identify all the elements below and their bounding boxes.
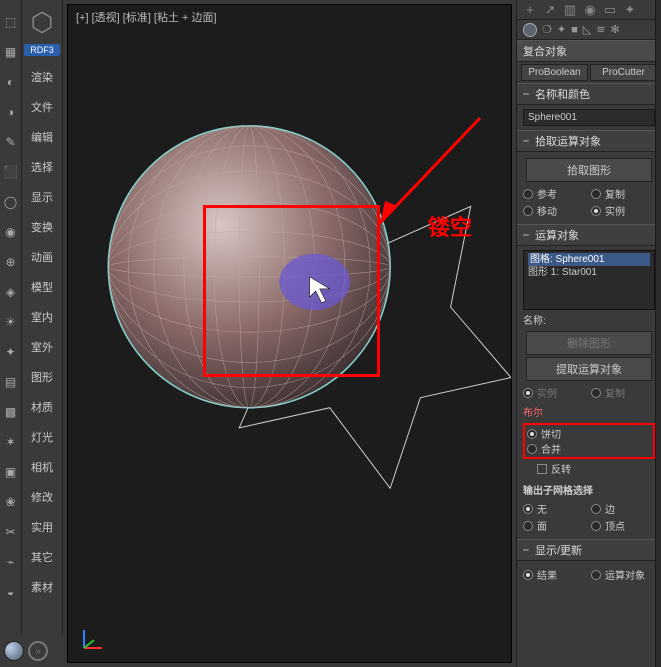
tool-icon[interactable]: ✦ (3, 344, 19, 360)
name-label: 名称: (523, 310, 655, 329)
radio-out-edge[interactable]: 边 (591, 501, 655, 516)
cameras-icon[interactable]: ■ (571, 24, 578, 36)
radio-out-vertex[interactable]: 顶点 (591, 518, 655, 533)
sidebar-item[interactable]: 图形 (22, 362, 62, 392)
tool-icon[interactable]: ▦ (3, 44, 19, 60)
viewport-perspective[interactable]: [+] [透视] [标准] [粘土 + 边面] (67, 4, 512, 663)
command-panel: + ↗ ▥ ◉ ▭ ✦ ❍ ✦ ■ ◺ ≋ ✻ 复合对象 ProBoolean … (516, 0, 661, 667)
shapes-icon[interactable]: ❍ (542, 23, 552, 36)
sidebar-item[interactable]: 选择 (22, 152, 62, 182)
sidebar-item[interactable]: 室外 (22, 332, 62, 362)
tab-modify-icon[interactable]: ↗ (543, 2, 557, 18)
tool-icon[interactable]: ◒ (3, 584, 19, 600)
pick-shape-button[interactable]: 拾取图形 (526, 158, 653, 182)
sidebar-item[interactable]: 修改 (22, 482, 62, 512)
tool-icon[interactable]: ◈ (3, 284, 19, 300)
rollout-name-color[interactable]: 名称和颜色 (517, 83, 661, 105)
rollout-operands[interactable]: 运算对象 (517, 224, 661, 246)
orbit-icon[interactable]: » (28, 641, 48, 661)
annotation-box-2: 饼切 合并 (523, 423, 655, 459)
operand-list[interactable]: 图格: Sphere001 图形 1: Star001 (523, 250, 655, 310)
app-logo-icon: ⬡ (22, 2, 62, 42)
type-button-proboolean[interactable]: ProBoolean (521, 64, 588, 81)
tool-icon[interactable]: ◑ (3, 104, 19, 120)
sidebar-item[interactable]: 灯光 (22, 422, 62, 452)
space-warps-icon[interactable]: ≋ (596, 23, 605, 36)
sidebar-item[interactable]: 材质 (22, 392, 62, 422)
tool-icon[interactable]: ⬚ (3, 14, 19, 30)
category-dropdown[interactable]: 复合对象 (517, 40, 661, 62)
rollout-display-update[interactable]: 显示/更新 (517, 539, 661, 561)
geometry-icon[interactable] (523, 23, 537, 37)
tool-icon[interactable]: ◉ (3, 224, 19, 240)
helpers-icon[interactable]: ◺ (583, 23, 591, 36)
viewcube-icon[interactable] (4, 641, 24, 661)
plugin-tag: RDF3 (24, 44, 60, 56)
category-sidebar: ⬡ RDF3 渲染 文件 编辑 选择 显示 变换 动画 模型 室内 室外 图形 … (22, 0, 63, 667)
tool-icon[interactable]: ▣ (3, 464, 19, 480)
radio-display-result[interactable]: 结果 (523, 567, 587, 582)
tab-create-icon[interactable]: + (523, 2, 537, 17)
radio-out-face[interactable]: 面 (523, 518, 587, 533)
tab-utilities-icon[interactable]: ✦ (623, 2, 637, 18)
lights-icon[interactable]: ✦ (557, 23, 566, 36)
radio-move[interactable]: 移动 (523, 203, 587, 218)
tool-icon[interactable]: ⬛ (3, 164, 19, 180)
panel-tabs: + ↗ ▥ ◉ ▭ ✦ (517, 0, 661, 20)
sidebar-item[interactable]: 渲染 (22, 62, 62, 92)
tool-icon[interactable]: ✶ (3, 434, 19, 450)
radio-merge[interactable]: 合并 (527, 441, 651, 456)
tool-icon[interactable]: ◯ (3, 194, 19, 210)
radio-instance[interactable]: 实例 (591, 203, 655, 218)
radio-cookie-cut[interactable]: 饼切 (527, 426, 651, 441)
radio-display-operands[interactable]: 运算对象 (591, 567, 655, 582)
radio-reference[interactable]: 参考 (523, 186, 587, 201)
tool-icon[interactable]: ⊕ (3, 254, 19, 270)
sidebar-item[interactable]: 实用 (22, 512, 62, 542)
tab-motion-icon[interactable]: ◉ (583, 2, 597, 18)
sidebar-item[interactable]: 素材 (22, 572, 62, 602)
scrollbar[interactable] (655, 0, 661, 667)
tool-icon[interactable]: ▤ (3, 374, 19, 390)
tab-display-icon[interactable]: ▭ (603, 2, 617, 18)
viewport-content (68, 5, 511, 659)
delete-shape-button[interactable]: 删除图形 (526, 331, 653, 355)
sidebar-item[interactable]: 文件 (22, 92, 62, 122)
bool-section-label: 布尔 (523, 402, 655, 421)
sidebar-item[interactable]: 其它 (22, 542, 62, 572)
sidebar-item[interactable]: 编辑 (22, 122, 62, 152)
tool-icon[interactable]: ✂ (3, 524, 19, 540)
sidebar-item[interactable]: 相机 (22, 452, 62, 482)
tool-icon[interactable]: ⌁ (3, 554, 19, 570)
tool-icon[interactable]: ☀ (3, 314, 19, 330)
axis-gizmo-icon (78, 626, 106, 654)
type-button-procutter[interactable]: ProCutter (590, 64, 657, 81)
sidebar-item[interactable]: 变换 (22, 212, 62, 242)
left-icon-strip: ⬚ ▦ ◐ ◑ ✎ ⬛ ◯ ◉ ⊕ ◈ ☀ ✦ ▤ ▩ ✶ ▣ ❀ ✂ ⌁ ◒ (0, 0, 22, 667)
list-item[interactable]: 图形 1: Star001 (528, 266, 650, 279)
radio-extract-copy[interactable]: 复制 (591, 385, 655, 400)
sidebar-item[interactable]: 动画 (22, 242, 62, 272)
radio-out-none[interactable]: 无 (523, 501, 587, 516)
rollout-pick-operand[interactable]: 拾取运算对象 (517, 130, 661, 152)
sidebar-item[interactable]: 室内 (22, 302, 62, 332)
tool-icon[interactable]: ✎ (3, 134, 19, 150)
tool-icon[interactable]: ◐ (3, 74, 19, 90)
list-item[interactable]: 图格: Sphere001 (528, 253, 650, 266)
bottom-nav-controls: » (0, 635, 63, 667)
radio-copy[interactable]: 复制 (591, 186, 655, 201)
extract-operand-button[interactable]: 提取运算对象 (526, 357, 653, 381)
check-invert[interactable]: 反转 (537, 461, 655, 476)
sidebar-item[interactable]: 显示 (22, 182, 62, 212)
object-name-input[interactable] (523, 109, 655, 126)
tab-hierarchy-icon[interactable]: ▥ (563, 2, 577, 18)
sidebar-item[interactable]: 模型 (22, 272, 62, 302)
tool-icon[interactable]: ❀ (3, 494, 19, 510)
tool-icon[interactable]: ▩ (3, 404, 19, 420)
output-section-label: 输出子网格选择 (523, 480, 655, 499)
create-subtabs: ❍ ✦ ■ ◺ ≋ ✻ (517, 20, 661, 40)
systems-icon[interactable]: ✻ (610, 23, 619, 36)
radio-extract-instance[interactable]: 实例 (523, 385, 587, 400)
